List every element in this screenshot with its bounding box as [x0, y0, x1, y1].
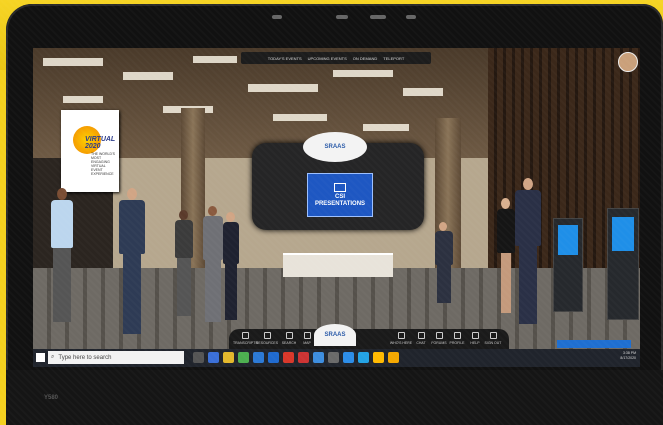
windows-start-icon[interactable] [36, 353, 45, 362]
notification-popup[interactable]: Events [557, 340, 631, 354]
event-banner[interactable]: VIRTUAL 2020 THE WORLD'S MOST ENGAGING V… [61, 110, 119, 192]
laptop-screen: TODAY'S EVENTS UPCOMING EVENTS ON DEMAND… [33, 48, 640, 367]
chat-icon [417, 332, 425, 339]
app-icon[interactable] [313, 352, 324, 363]
laptop-lower-bezel [6, 370, 663, 425]
reception-desk [283, 253, 393, 277]
nav-teleport[interactable]: TELEPORT [383, 56, 404, 61]
search-icon: ⌕ [51, 354, 55, 360]
nav-on-demand[interactable]: ON DEMAND [353, 56, 377, 61]
task-view-icon[interactable] [193, 352, 204, 363]
transcripts-icon [241, 332, 249, 339]
info-kiosk[interactable] [607, 208, 639, 320]
app-icon[interactable] [373, 352, 384, 363]
search-icon [285, 332, 293, 339]
clock-date: 8/17/2020 [620, 356, 636, 360]
sign-out-icon [489, 332, 497, 339]
system-tray-clock[interactable]: 3:38 PM 8/17/2020 [620, 351, 636, 361]
csi-label: CSI [334, 193, 345, 200]
sraas-logo-bottom[interactable]: SRAAS [314, 324, 356, 346]
laptop-brand: Y580 [44, 395, 59, 401]
webcam-strip [266, 10, 426, 24]
edge-icon[interactable] [208, 352, 219, 363]
app-icon[interactable] [358, 352, 369, 363]
attendee [47, 188, 77, 328]
app-icon[interactable] [298, 352, 309, 363]
attendee [221, 212, 241, 324]
nav-todays-events[interactable]: TODAY'S EVENTS [268, 56, 302, 61]
taskbar-search-input[interactable]: ⌕ Type here to search [48, 351, 184, 364]
taskbar-apps [193, 352, 399, 363]
presentations-label: PRESENTATIONS [314, 200, 366, 207]
presentation-icon [334, 182, 346, 192]
csi-presentations-button[interactable]: CSI PRESENTATIONS [307, 173, 373, 217]
mail-icon[interactable] [268, 352, 279, 363]
sraas-logo: SRAAS [303, 132, 367, 162]
profile-icon [453, 332, 461, 339]
forums-icon [435, 332, 443, 339]
app-icon[interactable] [283, 352, 294, 363]
app-icon[interactable] [388, 352, 399, 363]
attendee [115, 188, 149, 338]
user-avatar[interactable] [618, 52, 638, 72]
chrome-icon[interactable] [238, 352, 249, 363]
help-icon [471, 332, 479, 339]
info-kiosk[interactable] [553, 218, 583, 312]
people-icon [397, 332, 405, 339]
banner-title: VIRTUAL 2020 [85, 136, 116, 150]
sign-out-button[interactable]: SIGN OUT [481, 332, 505, 345]
top-navigation: TODAY'S EVENTS UPCOMING EVENTS ON DEMAND… [241, 52, 431, 64]
attendee [173, 210, 195, 320]
attendee [511, 178, 545, 328]
bottom-toolbar: TRANSCRIPTS RESOURCES SEARCH MAP AGENDA … [229, 329, 509, 351]
app-icon[interactable] [328, 352, 339, 363]
resources-icon [263, 332, 271, 339]
attendee [433, 222, 455, 306]
folder-icon[interactable] [223, 352, 234, 363]
app-icon[interactable] [343, 352, 354, 363]
search-placeholder: Type here to search [58, 354, 112, 361]
windows-taskbar: ⌕ Type here to search 3:38 PM 8/17/2020 [33, 349, 640, 367]
map-icon [303, 332, 311, 339]
resources-button[interactable]: RESOURCES [255, 332, 279, 345]
store-icon[interactable] [253, 352, 264, 363]
banner-subtitle: THE WORLD'S MOST ENGAGING VIRTUAL EVENT … [91, 152, 116, 176]
nav-upcoming-events[interactable]: UPCOMING EVENTS [308, 56, 347, 61]
transcripts-button[interactable]: TRANSCRIPTS [233, 332, 258, 345]
